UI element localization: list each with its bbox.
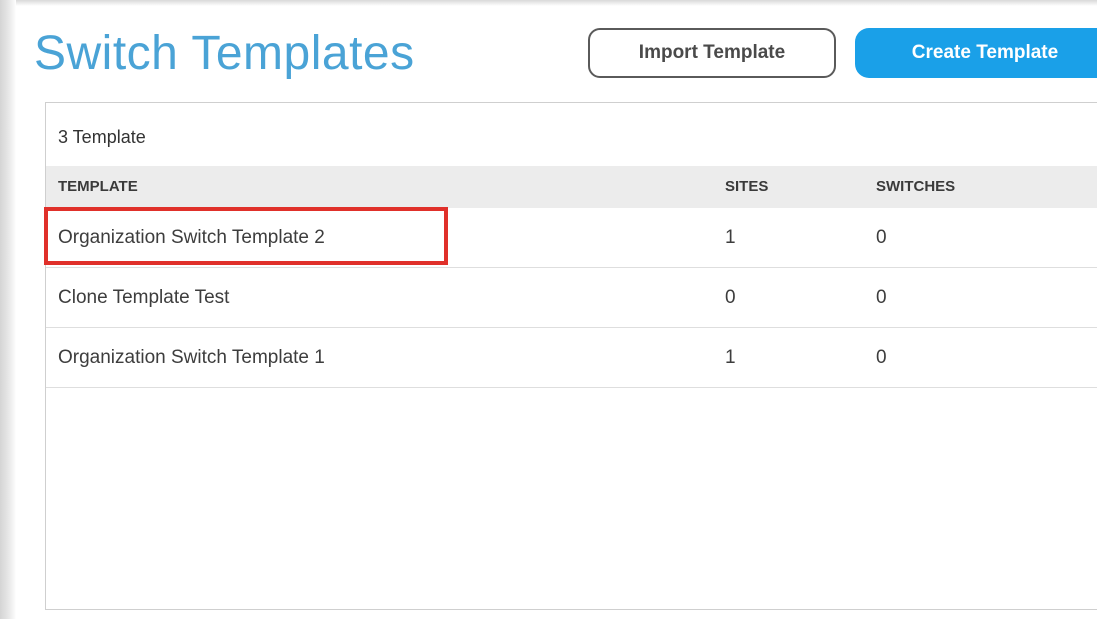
sites-count: 0: [725, 287, 736, 308]
switch-templates-window: Switch Templates Import Template Create …: [18, 6, 1097, 619]
import-template-button[interactable]: Import Template: [588, 28, 836, 78]
table-row[interactable]: Organization Switch Template 1 1 0: [46, 328, 1097, 388]
templates-table-panel: 3 Template TEMPLATE SITES SWITCHES Organ…: [44, 102, 1097, 610]
template-name-link[interactable]: Organization Switch Template 2: [58, 227, 325, 249]
column-header-switches[interactable]: SWITCHES: [876, 178, 955, 195]
template-name-link[interactable]: Organization Switch Template 1: [58, 347, 325, 369]
switches-count: 0: [876, 347, 887, 368]
table-header: TEMPLATE SITES SWITCHES: [46, 166, 1097, 208]
table-row[interactable]: Organization Switch Template 2 1 0: [44, 207, 1097, 268]
switches-count: 0: [876, 287, 887, 308]
screenshot-frame: Switch Templates Import Template Create …: [0, 0, 1097, 619]
template-count: 3 Template: [58, 127, 146, 147]
create-template-button[interactable]: Create Template: [855, 28, 1097, 78]
sites-count: 1: [725, 227, 736, 248]
column-header-sites[interactable]: SITES: [725, 178, 768, 195]
window-left-shadow: [0, 0, 16, 619]
page-title: Switch Templates: [34, 27, 415, 80]
column-header-template[interactable]: TEMPLATE: [58, 178, 138, 195]
table-row[interactable]: Clone Template Test 0 0: [46, 268, 1097, 328]
switches-count: 0: [876, 227, 887, 248]
template-name-link[interactable]: Clone Template Test: [58, 287, 229, 309]
sites-count: 1: [725, 347, 736, 368]
